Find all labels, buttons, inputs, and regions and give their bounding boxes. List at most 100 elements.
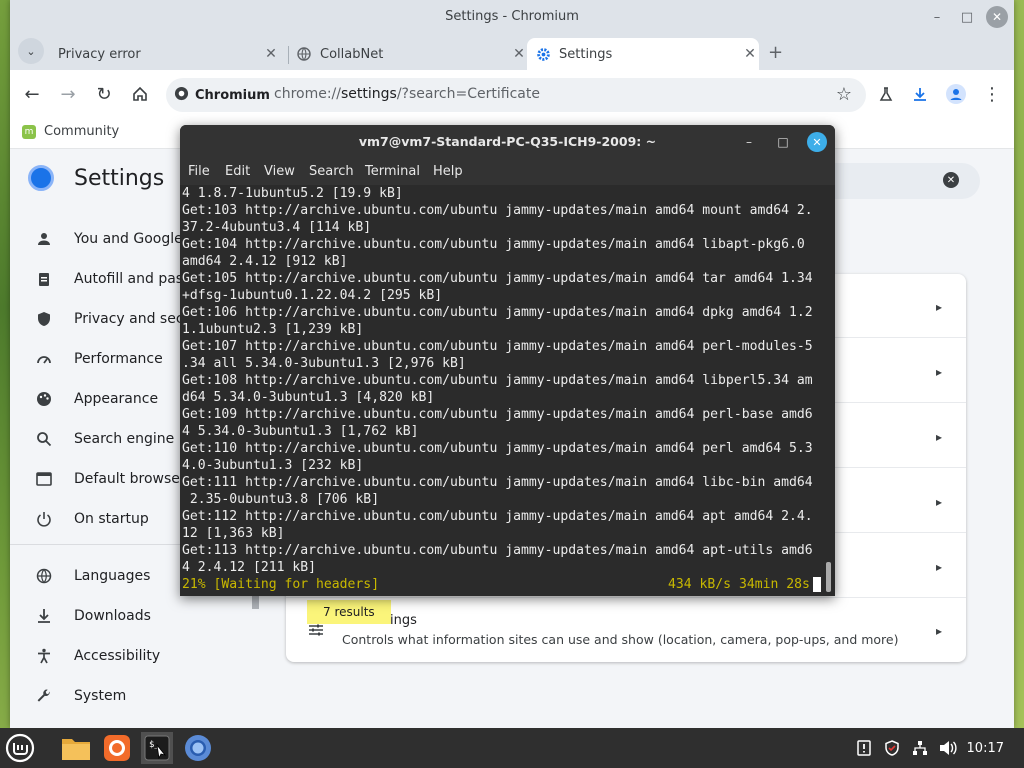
labs-flask-icon[interactable] xyxy=(874,82,898,106)
sidebar-item-on-startup[interactable]: On startup xyxy=(34,509,149,529)
sidebar-item-downloads[interactable]: Downloads xyxy=(34,606,151,626)
close-icon[interactable]: ✕ xyxy=(986,6,1008,28)
tab-privacy-error[interactable]: Privacy error ✕ xyxy=(48,38,280,70)
row-arrow-icon[interactable]: ▸ xyxy=(936,560,942,574)
close-icon[interactable]: ✕ xyxy=(807,132,827,152)
new-tab-button[interactable]: + xyxy=(768,42,783,63)
tab-close-icon[interactable]: ✕ xyxy=(741,46,759,62)
profile-avatar-icon[interactable] xyxy=(944,82,968,106)
menu-file[interactable]: File xyxy=(188,164,210,179)
terminal-scrollbar[interactable] xyxy=(825,185,833,596)
files-icon[interactable] xyxy=(60,732,92,764)
tab-settings[interactable]: Settings ✕ xyxy=(527,38,759,70)
row-arrow-icon[interactable]: ▸ xyxy=(936,430,942,444)
sidebar-item-label: System xyxy=(74,688,127,704)
terminal-line: Get:106 http://archive.ubuntu.com/ubuntu… xyxy=(182,305,813,320)
terminal-window[interactable]: vm7@vm7-Standard-PC-Q35-ICH9-2009: ~ – □… xyxy=(180,125,835,596)
terminal-icon[interactable]: $_ xyxy=(141,732,173,764)
address-bar[interactable]: Chromium chrome://settings/?search=Certi… xyxy=(166,78,866,112)
terminal-output[interactable]: 4 1.8.7-1ubuntu5.2 [19.9 kB] Get:103 htt… xyxy=(180,185,825,596)
sidebar-item-languages[interactable]: Languages xyxy=(34,566,150,586)
row-arrow-icon[interactable]: ▸ xyxy=(936,495,942,509)
card-separator xyxy=(286,597,966,598)
menu-terminal[interactable]: Terminal xyxy=(365,164,420,179)
sidebar-item-system[interactable]: System xyxy=(34,686,126,706)
url-text[interactable]: chrome://settings/?search=Certificate xyxy=(274,86,540,102)
maximize-icon[interactable]: □ xyxy=(956,6,978,28)
apt-progress-status: 21% [Waiting for headers] xyxy=(182,577,380,592)
sidebar-item-default-browser[interactable]: Default browser xyxy=(34,469,186,489)
sidebar-item-label: Languages xyxy=(74,568,151,584)
menu-search[interactable]: Search xyxy=(309,164,354,179)
network-icon[interactable] xyxy=(911,739,929,757)
gauge-icon xyxy=(34,349,54,369)
minimize-icon[interactable]: – xyxy=(739,132,759,152)
home-icon[interactable] xyxy=(128,82,152,106)
sidebar-item-label: Appearance xyxy=(74,391,159,407)
row-arrow-icon[interactable]: ▸ xyxy=(936,624,942,638)
terminal-line: amd64 2.4.12 [912 kB] xyxy=(182,254,348,269)
terminal-menubar: File Edit View Search Terminal Help xyxy=(180,159,835,185)
site-settings-title[interactable]: ings xyxy=(390,613,417,628)
shield-icon[interactable] xyxy=(883,739,901,757)
sidebar-item-label: Downloads xyxy=(74,608,151,624)
sidebar-item-privacy[interactable]: Privacy and secu xyxy=(34,309,192,329)
firefox-icon[interactable] xyxy=(101,732,133,764)
browser-icon xyxy=(34,469,54,489)
menu-help[interactable]: Help xyxy=(433,164,463,179)
terminal-line: Get:113 http://archive.ubuntu.com/ubuntu… xyxy=(182,543,813,558)
chromium-logo-icon xyxy=(28,165,54,191)
sidebar-item-performance[interactable]: Performance xyxy=(34,349,163,369)
terminal-cursor xyxy=(813,577,821,592)
sidebar-item-accessibility[interactable]: Accessibility xyxy=(34,646,160,666)
clear-search-icon[interactable]: ✕ xyxy=(943,172,959,188)
toolbar: ← → ↻ Chromium chrome://settings/?search… xyxy=(10,70,1014,118)
more-menu-icon[interactable]: ⋮ xyxy=(980,82,1004,106)
bookmark-community[interactable]: m Community xyxy=(22,124,119,139)
back-icon[interactable]: ← xyxy=(20,82,44,106)
chromium-icon[interactable] xyxy=(182,732,214,764)
sidebar-item-autofill[interactable]: Autofill and pass xyxy=(34,269,190,289)
terminal-line: Get:112 http://archive.ubuntu.com/ubuntu… xyxy=(182,509,813,524)
sidebar-item-you-and-google[interactable]: You and Google xyxy=(34,229,183,249)
settings-title: Settings xyxy=(74,165,165,191)
download-icon[interactable] xyxy=(908,82,932,106)
settings-header: Settings xyxy=(28,165,164,191)
volume-icon[interactable] xyxy=(939,739,957,757)
sidebar-item-label: Default browser xyxy=(74,471,186,487)
terminal-line: d64 5.34.0-3ubuntu1.3 [4,820 kB] xyxy=(182,390,435,405)
tab-close-icon[interactable]: ✕ xyxy=(262,46,280,62)
minimize-icon[interactable]: – xyxy=(926,6,948,28)
tab-label: CollabNet xyxy=(320,46,384,62)
row-arrow-icon[interactable]: ▸ xyxy=(936,365,942,379)
chrome-titlebar[interactable]: Settings - Chromium – □ ✕ xyxy=(10,0,1014,34)
site-settings-description: Controls what information sites can use … xyxy=(342,632,899,647)
terminal-titlebar[interactable]: vm7@vm7-Standard-PC-Q35-ICH9-2009: ~ – □… xyxy=(180,125,835,159)
bookmark-star-icon[interactable]: ☆ xyxy=(836,84,852,105)
terminal-line: 4 2.4.12 [211 kB] xyxy=(182,560,317,575)
sidebar-item-search-engine[interactable]: Search engine xyxy=(34,429,174,449)
tab-search-button[interactable]: ⌄ xyxy=(18,38,44,64)
system-tray: 10:17 xyxy=(855,728,1024,768)
menu-view[interactable]: View xyxy=(264,164,295,179)
bookmark-label: Community xyxy=(44,124,120,139)
maximize-icon[interactable]: □ xyxy=(773,132,793,152)
clipboard-icon xyxy=(34,269,54,289)
tab-close-icon[interactable]: ✕ xyxy=(510,46,528,62)
update-manager-icon[interactable] xyxy=(855,739,873,757)
clock[interactable]: 10:17 xyxy=(967,741,1004,756)
sidebar-item-label: Accessibility xyxy=(74,648,161,664)
tab-collabnet[interactable]: CollabNet ✕ xyxy=(292,38,528,70)
row-arrow-icon[interactable]: ▸ xyxy=(936,300,942,314)
terminal-line: Get:103 http://archive.ubuntu.com/ubuntu… xyxy=(182,203,813,218)
mint-menu-icon[interactable] xyxy=(4,732,36,764)
terminal-line: Get:105 http://archive.ubuntu.com/ubuntu… xyxy=(182,271,813,286)
menu-edit[interactable]: Edit xyxy=(225,164,250,179)
forward-icon[interactable]: → xyxy=(56,82,80,106)
chromium-icon xyxy=(174,86,189,105)
reload-icon[interactable]: ↻ xyxy=(92,82,116,106)
scrollbar-thumb[interactable] xyxy=(826,562,831,592)
site-info-chip[interactable]: Chromium xyxy=(174,86,270,105)
sidebar-item-appearance[interactable]: Appearance xyxy=(34,389,158,409)
wrench-icon xyxy=(34,686,54,706)
